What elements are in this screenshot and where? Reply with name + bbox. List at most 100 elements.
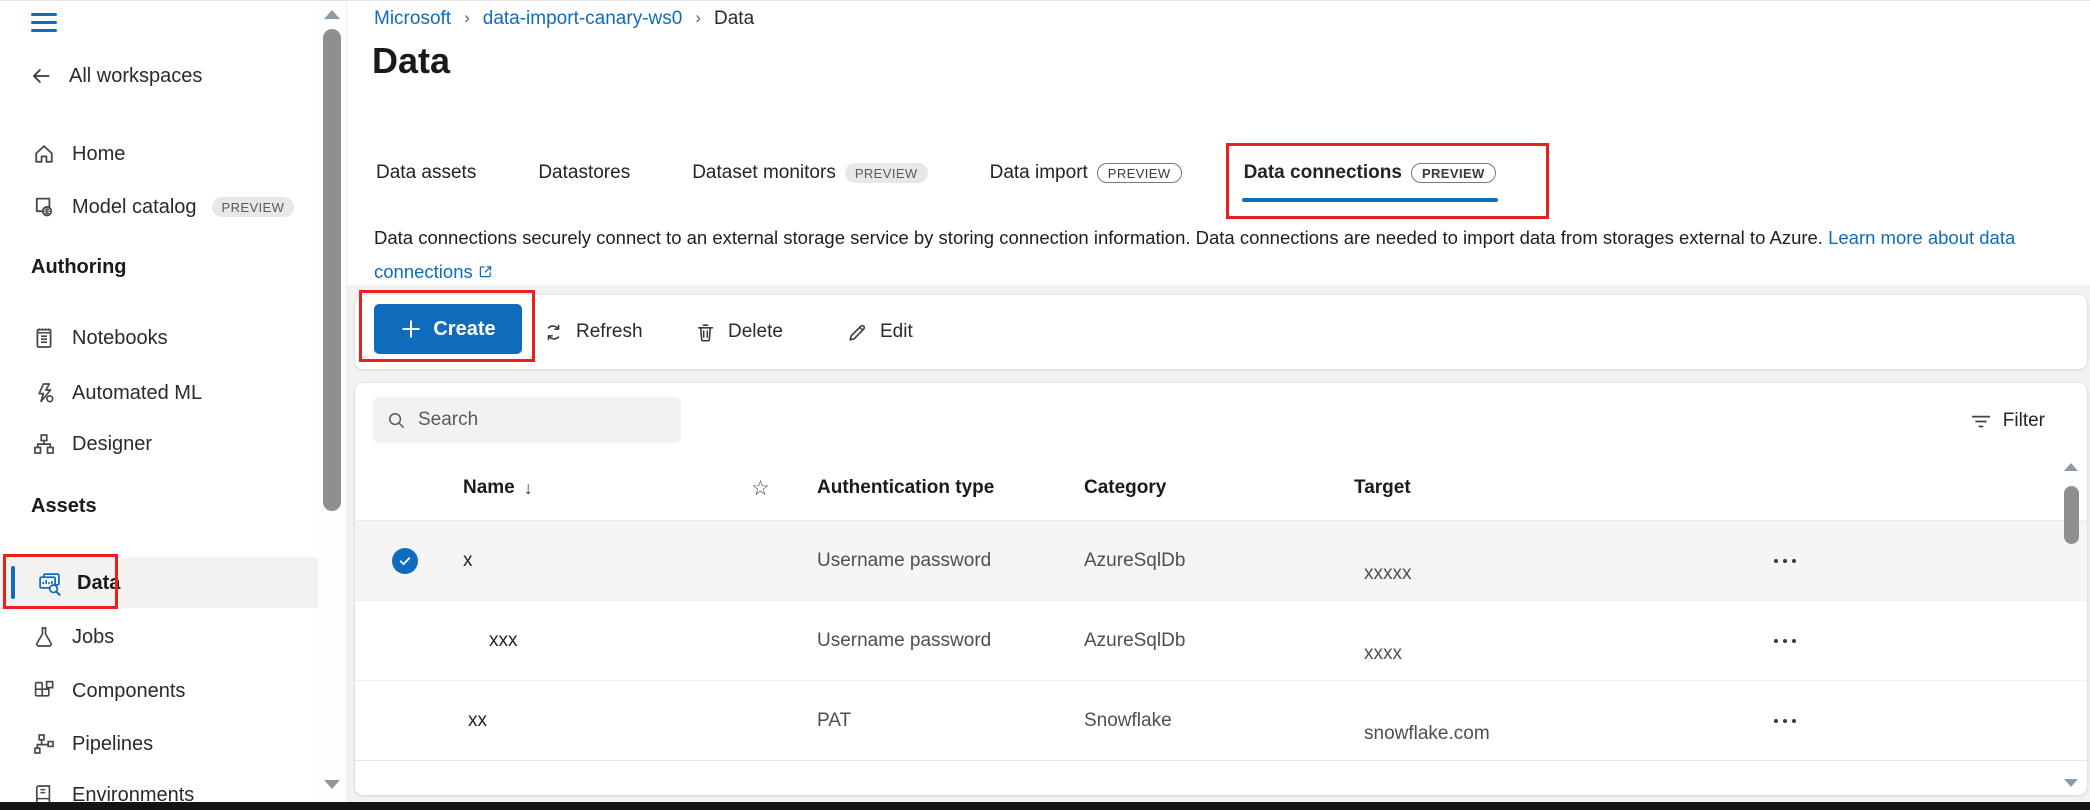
filter-button[interactable]: Filter (1970, 405, 2045, 437)
chevron-right-icon: › (464, 8, 470, 28)
cell-target: snowflake.com (1354, 697, 1755, 745)
cell-category: Snowflake (1084, 710, 1354, 732)
table-row[interactable]: xx PAT Snowflake snowflake.com (355, 681, 2087, 761)
refresh-icon (543, 322, 564, 343)
table-header-row: Name ↓ ☆ Authentication type Category Ta… (355, 456, 2087, 521)
favorite-column-star-icon[interactable]: ☆ (745, 476, 817, 501)
filter-label: Filter (2003, 410, 2045, 432)
create-label: Create (433, 318, 495, 341)
row-more-actions-button[interactable] (1755, 546, 1815, 576)
search-input[interactable] (418, 409, 648, 431)
cell-category: AzureSqlDb (1084, 550, 1354, 572)
preview-badge: PREVIEW (1411, 163, 1496, 183)
preview-badge: PREVIEW (212, 197, 295, 217)
trash-icon (695, 322, 716, 343)
cell-name: xx (445, 710, 745, 732)
data-icon (36, 570, 62, 596)
back-arrow-icon (28, 63, 54, 89)
sidebar-item-designer[interactable]: Designer (31, 429, 152, 459)
sidebar-item-data[interactable]: Data (36, 568, 120, 598)
breadcrumb-workspace[interactable]: data-import-canary-ws0 (483, 8, 683, 30)
cell-category: AzureSqlDb (1084, 630, 1354, 652)
window-bottom-edge (0, 802, 2090, 810)
breadcrumb: Microsoft › data-import-canary-ws0 › Dat… (374, 8, 754, 30)
sidebar-item-automated-ml[interactable]: Automated ML (31, 378, 202, 408)
scroll-up-arrow[interactable] (324, 10, 340, 19)
cell-name: x (445, 550, 745, 572)
row-more-actions-button[interactable] (1755, 626, 1815, 656)
chevron-right-icon: › (695, 8, 701, 28)
column-header-auth[interactable]: Authentication type (817, 477, 1084, 499)
back-label: All workspaces (69, 65, 202, 88)
sidebar-section-assets: Assets (31, 495, 97, 518)
scrollbar-thumb[interactable] (2064, 486, 2079, 544)
sidebar-item-label: Jobs (72, 626, 114, 649)
sort-descending-icon[interactable]: ↓ (524, 478, 533, 499)
sidebar-item-jobs[interactable]: Jobs (31, 622, 114, 652)
tab-dataset-monitors[interactable]: Dataset monitors PREVIEW (690, 152, 929, 202)
edit-button[interactable]: Edit (847, 295, 913, 369)
sidebar: All workspaces Home Model catalog PREVIE… (0, 1, 346, 803)
cell-name: xxx (445, 630, 745, 652)
breadcrumb-microsoft[interactable]: Microsoft (374, 8, 451, 30)
scroll-down-arrow[interactable] (324, 780, 340, 789)
tab-label: Dataset monitors (692, 162, 836, 184)
breadcrumb-current: Data (714, 8, 754, 30)
refresh-button[interactable]: Refresh (543, 295, 643, 369)
scrollbar-thumb[interactable] (323, 29, 341, 511)
sidebar-item-label: Designer (72, 433, 152, 456)
cell-auth: Username password (817, 550, 1084, 572)
row-more-actions-button[interactable] (1755, 706, 1815, 736)
tab-data-assets[interactable]: Data assets (374, 152, 478, 202)
back-all-workspaces[interactable]: All workspaces (28, 61, 202, 91)
tab-data-connections[interactable]: Data connections PREVIEW (1242, 152, 1498, 202)
edit-label: Edit (880, 321, 913, 343)
sidebar-item-home[interactable]: Home (31, 139, 125, 169)
tab-label: Data connections (1244, 162, 1402, 184)
page-description: Data connections securely connect to an … (374, 221, 2070, 288)
notebooks-icon (31, 325, 57, 351)
components-icon (31, 678, 57, 704)
tab-data-import[interactable]: Data import PREVIEW (988, 152, 1184, 202)
external-link-icon (477, 263, 494, 280)
sidebar-item-notebooks[interactable]: Notebooks (31, 323, 168, 353)
jobs-icon (31, 624, 57, 650)
page-title: Data (372, 40, 450, 82)
scroll-up-arrow[interactable] (2064, 463, 2078, 471)
table-row[interactable]: x Username password AzureSqlDb xxxxx (355, 521, 2087, 601)
refresh-label: Refresh (576, 321, 643, 343)
filter-icon (1970, 410, 1992, 432)
toolbar: Create Refresh Delete Edit (355, 295, 2087, 369)
search-box[interactable] (373, 397, 681, 443)
preview-badge: PREVIEW (1097, 163, 1182, 183)
cell-auth: Username password (817, 630, 1084, 652)
sidebar-item-label: Components (72, 680, 185, 703)
app-window: All workspaces Home Model catalog PREVIE… (0, 0, 2090, 810)
data-connections-panel: Filter Name ↓ ☆ Authentication type Cate… (355, 383, 2087, 795)
sidebar-item-label: Automated ML (72, 382, 202, 405)
hamburger-menu-icon[interactable] (31, 13, 57, 33)
delete-button[interactable]: Delete (695, 295, 783, 369)
automated-ml-icon (31, 380, 57, 406)
pipelines-icon (31, 731, 57, 757)
column-header-target[interactable]: Target (1354, 477, 1755, 499)
tab-label: Datastores (538, 162, 630, 184)
row-selected-checkbox[interactable] (392, 548, 418, 574)
table-row[interactable]: xxx Username password AzureSqlDb xxxx (355, 601, 2087, 681)
create-button[interactable]: Create (374, 304, 522, 354)
preview-badge: PREVIEW (845, 163, 928, 183)
column-header-category[interactable]: Category (1084, 477, 1354, 499)
scroll-down-arrow[interactable] (2064, 779, 2078, 787)
cell-target: xxxx (1354, 617, 1755, 665)
table-scrollbar[interactable] (2062, 461, 2082, 787)
description-text: Data connections securely connect to an … (374, 227, 1828, 248)
model-catalog-icon (31, 194, 57, 220)
sidebar-item-components[interactable]: Components (31, 676, 185, 706)
tab-datastores[interactable]: Datastores (536, 152, 632, 202)
sidebar-item-pipelines[interactable]: Pipelines (31, 729, 153, 759)
sidebar-item-label: Notebooks (72, 327, 168, 350)
sidebar-item-model-catalog[interactable]: Model catalog PREVIEW (31, 192, 294, 222)
delete-label: Delete (728, 321, 783, 343)
sidebar-scrollbar[interactable] (319, 1, 346, 803)
column-header-name[interactable]: Name (463, 477, 515, 499)
